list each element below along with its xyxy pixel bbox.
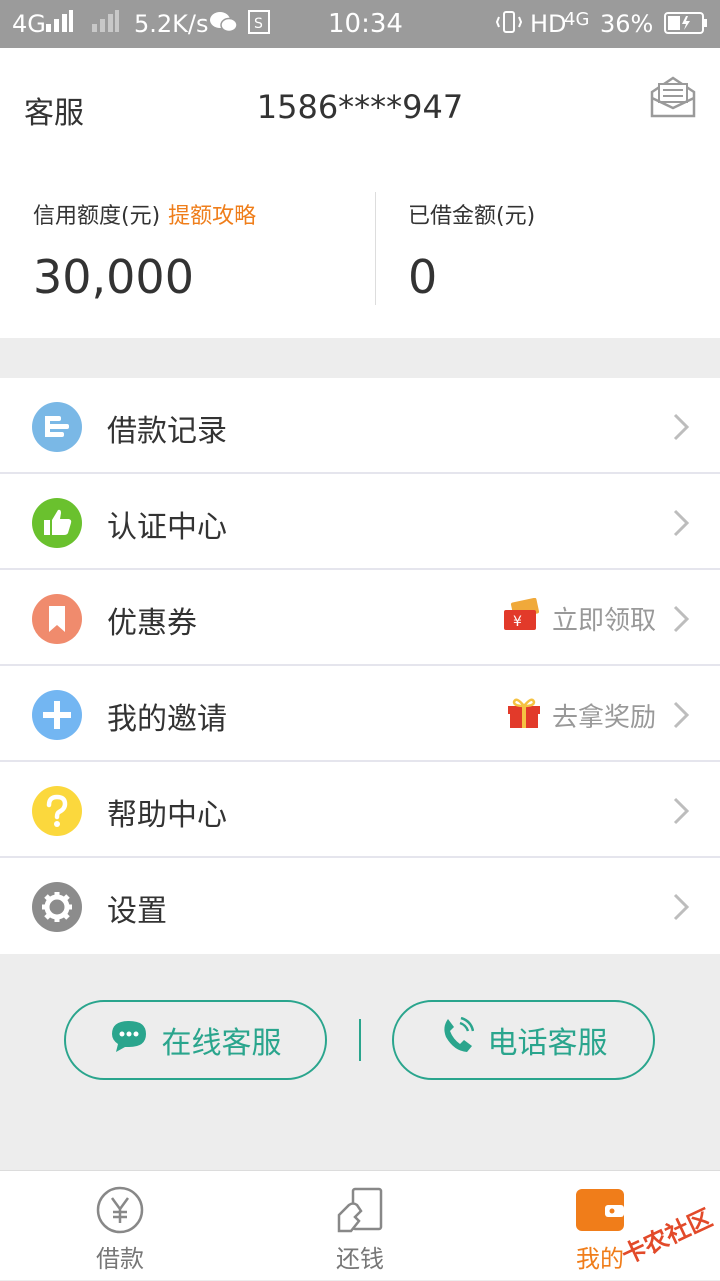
credit-limit-text: 信用额度(元): [33, 204, 161, 229]
reward-claim[interactable]: 去拿奖励: [506, 694, 656, 737]
coupon-ticket-icon: ¥: [502, 597, 542, 639]
account-header: 客服 1586****947 信用额度(元) 提额攻略 30,000 已借金额(元…: [0, 48, 720, 338]
phone-icon: [440, 1016, 474, 1063]
menu-item-help-center[interactable]: 帮助中心: [0, 762, 720, 858]
tab-label: 借款: [96, 1245, 144, 1273]
repay-icon: [335, 1185, 385, 1235]
menu-item-settings[interactable]: 设置: [0, 858, 720, 954]
svg-text:S: S: [254, 16, 263, 32]
phone-service-button[interactable]: 电话客服: [392, 1000, 655, 1080]
menu-item-coupons[interactable]: 优惠券 ¥ 立即领取: [0, 570, 720, 666]
chevron-right-icon: [672, 892, 690, 922]
clock: 10:34: [328, 9, 403, 39]
chat-bubble-icon: [110, 1019, 148, 1061]
signal-icon-2: [92, 10, 120, 38]
bookmark-icon: [32, 594, 82, 644]
phone-service-label: 电话客服: [487, 1026, 608, 1061]
credit-limit-value: 30,000: [33, 250, 194, 304]
raise-limit-link[interactable]: 提额攻略: [168, 204, 256, 229]
hd-label: HD: [530, 10, 567, 38]
thumb-up-icon: [32, 498, 82, 548]
menu-item-invitations[interactable]: 我的邀请 去拿奖励: [0, 666, 720, 762]
menu-item-label: 认证中心: [107, 510, 227, 545]
yen-coin-icon: [95, 1185, 145, 1235]
battery-icon: [664, 12, 708, 40]
menu-item-verification[interactable]: 认证中心: [0, 474, 720, 570]
gift-icon: [506, 694, 542, 737]
coupon-claim[interactable]: ¥ 立即领取: [502, 597, 656, 639]
menu-item-loan-records[interactable]: 借款记录: [0, 378, 720, 474]
menu-list: 借款记录 认证中心 优惠券 ¥ 立即领取 我的邀请 去拿奖励 帮助中心 设置: [0, 378, 720, 954]
network-label: 4G: [12, 10, 46, 38]
chevron-right-icon: [672, 700, 690, 730]
user-phone: 1586****947: [256, 88, 464, 126]
menu-item-label: 借款记录: [107, 414, 227, 449]
borrowed-amount-label: 已借金额(元): [408, 204, 536, 229]
online-service-button[interactable]: 在线客服: [64, 1000, 327, 1080]
online-service-label: 在线客服: [161, 1026, 282, 1061]
signal-icon: [46, 10, 74, 38]
chevron-right-icon: [672, 604, 690, 634]
tab-borrow[interactable]: 借款: [0, 1171, 240, 1281]
wallet-icon: [575, 1185, 625, 1235]
message-box-icon[interactable]: [650, 76, 696, 118]
bottom-tab-bar: 借款 还钱 我的 卡农社区: [0, 1170, 720, 1280]
divider: [375, 192, 376, 305]
tab-repay[interactable]: 还钱: [240, 1171, 480, 1281]
net-speed: 5.2K/s: [134, 10, 209, 38]
divider: [359, 1019, 361, 1061]
svg-text:¥: ¥: [513, 614, 522, 630]
claim-now-text: 立即领取: [551, 606, 656, 636]
credit-limit-label: 信用额度(元) 提额攻略: [33, 198, 256, 230]
menu-item-label: 优惠券: [107, 606, 197, 641]
tab-label: 还钱: [336, 1245, 384, 1273]
question-icon: [32, 786, 82, 836]
chevron-right-icon: [672, 412, 690, 442]
gear-icon: [32, 882, 82, 932]
chevron-right-icon: [672, 796, 690, 826]
menu-item-label: 设置: [107, 894, 167, 929]
get-reward-text: 去拿奖励: [551, 703, 656, 733]
plus-icon: [32, 690, 82, 740]
vibrate-icon: [495, 10, 523, 40]
records-icon: [32, 402, 82, 452]
chevron-right-icon: [672, 508, 690, 538]
status-bar: 4G 5.2K/s S 10:34 HD 4G 36%: [0, 0, 720, 48]
menu-item-label: 帮助中心: [107, 798, 227, 833]
borrowed-amount-value: 0: [408, 250, 438, 304]
wechat-icon: [210, 10, 238, 40]
menu-item-label: 我的邀请: [107, 702, 227, 737]
notification-icon: S: [248, 10, 270, 40]
battery-percent: 36%: [600, 10, 654, 38]
network-label-2: 4G: [564, 9, 590, 30]
